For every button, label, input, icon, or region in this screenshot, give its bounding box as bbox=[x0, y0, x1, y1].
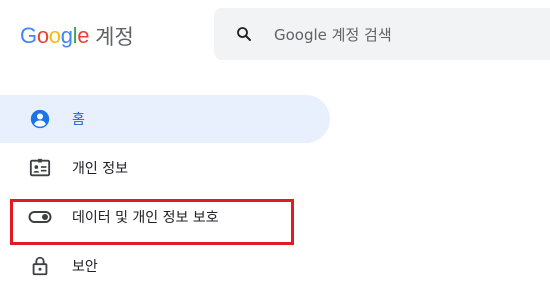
sidebar-item-security[interactable]: 보안 bbox=[0, 242, 330, 290]
sidebar-item-home[interactable]: 홈 bbox=[0, 95, 330, 143]
search-icon[interactable] bbox=[234, 24, 254, 44]
logo-letter: o bbox=[48, 23, 61, 48]
google-wordmark: Google bbox=[20, 23, 89, 49]
product-name: 계정 bbox=[95, 25, 134, 49]
logo-letter: g bbox=[60, 23, 73, 48]
home-account-icon bbox=[28, 107, 52, 131]
sidebar-item-label: 보안 bbox=[72, 259, 98, 275]
lock-icon bbox=[28, 254, 52, 278]
id-card-icon bbox=[28, 156, 52, 180]
logo-letter: o bbox=[36, 23, 49, 48]
sidebar-item-label: 홈 bbox=[72, 112, 85, 128]
sidebar-item-label: 개인 정보 bbox=[72, 161, 128, 177]
highlight-box bbox=[10, 199, 294, 245]
logo-letter: G bbox=[20, 23, 37, 48]
sidebar-nav: 홈 개인 정보 데이터 및 개인 정보 보호 보안 bbox=[0, 95, 330, 291]
search-placeholder: Google 계정 검색 bbox=[274, 25, 392, 44]
sidebar-item-personal-info[interactable]: 개인 정보 bbox=[0, 144, 330, 192]
google-account-logo[interactable]: Google 계정 bbox=[20, 19, 134, 53]
search-bar[interactable]: Google 계정 검색 bbox=[214, 8, 550, 60]
logo-letter: e bbox=[77, 23, 90, 48]
